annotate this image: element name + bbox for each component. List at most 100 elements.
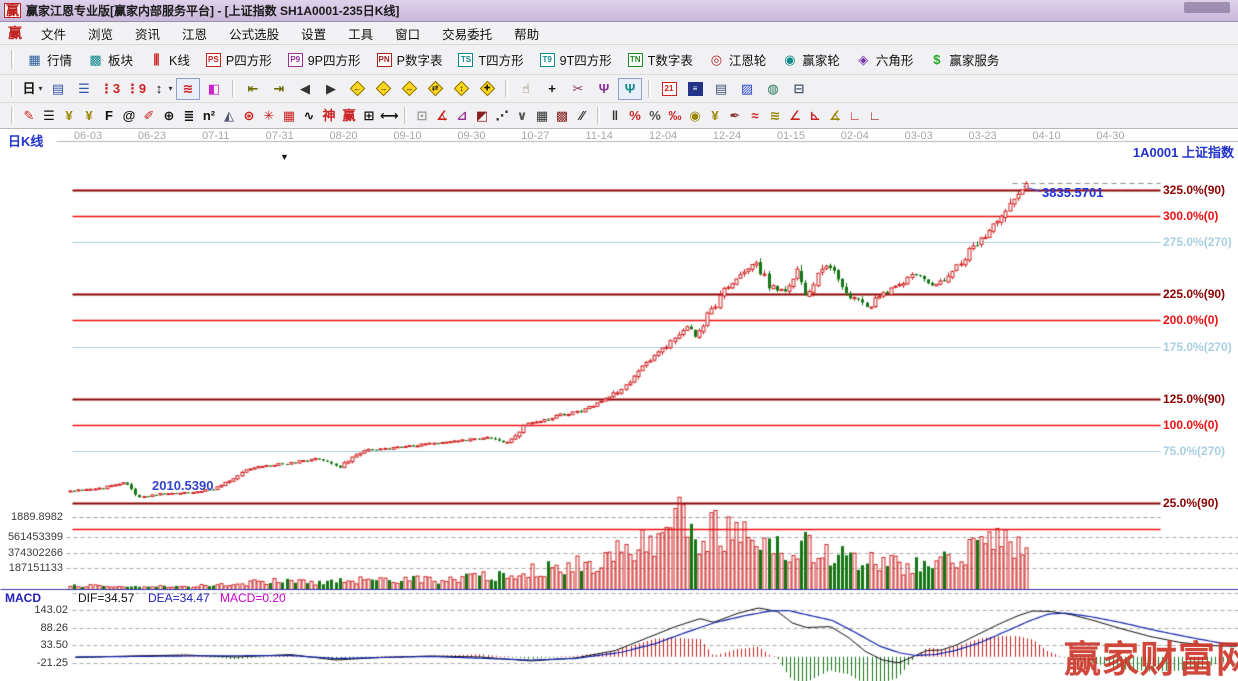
- gold-channel-tool[interactable]: ≋: [766, 106, 784, 126]
- prev-bar-button[interactable]: ◀: [293, 78, 317, 100]
- menu-item-tools[interactable]: 工具: [337, 21, 384, 46]
- menu-item-help[interactable]: 帮助: [503, 21, 550, 46]
- erase-drawing-button[interactable]: ✂: [566, 78, 590, 100]
- angle-f-tool[interactable]: ⊾: [806, 106, 824, 126]
- quotes-button[interactable]: ▦行情: [19, 48, 80, 71]
- menu-item-file[interactable]: 文件: [30, 21, 77, 46]
- kline-button[interactable]: ⫼K线: [141, 48, 198, 71]
- window-controls[interactable]: [1184, 2, 1230, 13]
- n-square-tool[interactable]: n²: [200, 106, 218, 126]
- menu-item-gann[interactable]: 江恩: [171, 21, 218, 46]
- ruler-lines-tool[interactable]: ≣: [180, 106, 198, 126]
- menu-item-window[interactable]: 窗口: [384, 21, 431, 46]
- angle-gold-tool[interactable]: ∡: [826, 106, 844, 126]
- t9-square-button[interactable]: T99T四方形: [532, 48, 620, 71]
- winner-wheel-button[interactable]: ◉赢家轮: [774, 48, 848, 71]
- star-tool[interactable]: ✳: [260, 106, 278, 126]
- gann-wheel-button[interactable]: ◎江恩轮: [701, 48, 775, 71]
- ruler-123-tool[interactable]: ⊞: [360, 106, 378, 126]
- last-bar-button[interactable]: ⇥: [267, 78, 291, 100]
- t-square-button[interactable]: TST四方形: [450, 48, 531, 71]
- tools-purple-button[interactable]: Ψ: [592, 78, 616, 100]
- bars9-button[interactable]: ⋮9: [124, 78, 148, 100]
- golden-ruler-tool-icon: ¥: [62, 109, 77, 122]
- angle-jin-tool[interactable]: ∟: [846, 106, 864, 126]
- web-button[interactable]: ◍: [761, 78, 785, 100]
- compass-tool[interactable]: ⊛: [240, 106, 258, 126]
- chart-window-button[interactable]: ▤: [46, 78, 70, 100]
- p-number-table-button[interactable]: PNP数字表: [369, 48, 451, 71]
- scale-axis-tool[interactable]: ‖: [606, 106, 624, 126]
- save-button[interactable]: ▨: [735, 78, 759, 100]
- t-number-table-button[interactable]: TNT数字表: [620, 48, 701, 71]
- candle-width-button[interactable]: ↕▾: [150, 78, 174, 100]
- bars3-button[interactable]: ⋮3: [98, 78, 122, 100]
- wave-channel-tool[interactable]: ≈: [746, 106, 764, 126]
- gann-grid-tool[interactable]: ▦: [533, 106, 551, 126]
- p-square-button-label: P四方形: [226, 50, 272, 69]
- crosshair-button[interactable]: +: [540, 78, 564, 100]
- menu-item-browse[interactable]: 浏览: [77, 21, 124, 46]
- hand-tool-button[interactable]: ☝: [514, 78, 538, 100]
- gold-lines-tool[interactable]: ¥: [706, 106, 724, 126]
- zoom-out-h-button[interactable]: ↔: [397, 78, 421, 100]
- ink-pen-tool[interactable]: ✒: [726, 106, 744, 126]
- hexagon-button[interactable]: ◈六角形: [848, 48, 922, 71]
- pencil-tool[interactable]: ✎: [20, 106, 38, 126]
- zoom-in-h-button[interactable]: ⇄: [423, 78, 447, 100]
- grid-target-tool[interactable]: ▦: [280, 106, 298, 126]
- p9-square-button[interactable]: P99P四方形: [280, 48, 369, 71]
- protractor-tool[interactable]: ◭: [220, 106, 238, 126]
- zoom-out-v-button[interactable]: ↕: [449, 78, 473, 100]
- pan-right-button[interactable]: →: [371, 78, 395, 100]
- menu-item-trade-entrust[interactable]: 交易委托: [431, 21, 503, 46]
- zigzag-tool[interactable]: ∨: [513, 106, 531, 126]
- next-bar-button[interactable]: ▶: [319, 78, 343, 100]
- p-square-button[interactable]: PSP四方形: [198, 48, 280, 71]
- trend-rays-tool[interactable]: ⋰: [493, 106, 511, 126]
- width-measure-tool[interactable]: ⟷: [380, 106, 398, 126]
- brush-tool[interactable]: ✐: [140, 106, 158, 126]
- cycle-circle-tool[interactable]: ⊕: [160, 106, 178, 126]
- macd-pane-title[interactable]: MACD: [5, 591, 41, 605]
- gann-fan-tool[interactable]: ∡: [433, 106, 451, 126]
- menu-item-settings[interactable]: 设置: [290, 21, 337, 46]
- gann-grid2-tool[interactable]: ▩: [553, 106, 571, 126]
- shen-tool[interactable]: 神: [320, 106, 338, 126]
- wave-marks-tool[interactable]: ∿: [300, 106, 318, 126]
- golden-ruler-tool[interactable]: ¥: [60, 106, 78, 126]
- notes-button[interactable]: ▤: [709, 78, 733, 100]
- angle-j-tool[interactable]: ∠: [786, 106, 804, 126]
- fan-grid-tool[interactable]: ◩: [473, 106, 491, 126]
- calendar-button[interactable]: 21: [657, 78, 681, 100]
- first-bar-button[interactable]: ⇤: [241, 78, 265, 100]
- gold-circle-tool[interactable]: ◉: [686, 106, 704, 126]
- spiral-tool[interactable]: @: [120, 106, 138, 126]
- permille-tool[interactable]: ‰: [666, 106, 684, 126]
- title-bar[interactable]: 赢 赢家江恩专业版[赢家内部服务平台] - [上证指数 SH1A0001-235…: [0, 0, 1238, 22]
- golden-ruler2-tool[interactable]: ¥: [80, 106, 98, 126]
- color-chart-button[interactable]: ◧: [202, 78, 226, 100]
- fan-box-tool[interactable]: ⊿: [453, 106, 471, 126]
- sectors-button[interactable]: ▩板块: [80, 48, 141, 71]
- fibonacci-f-tool[interactable]: F: [100, 106, 118, 126]
- zoom-all-button[interactable]: ✚: [475, 78, 499, 100]
- pan-left-button[interactable]: ←: [345, 78, 369, 100]
- period-day-button[interactable]: 日▾: [20, 78, 44, 100]
- parallel-lines-tool[interactable]: ∕∕: [573, 106, 591, 126]
- calculator-button[interactable]: ≡: [683, 78, 707, 100]
- menu-item-formula-stock-pick[interactable]: 公式选股: [218, 21, 290, 46]
- tools-teal-button[interactable]: Ψ: [618, 78, 642, 100]
- yingjia-tool[interactable]: 赢: [340, 106, 358, 126]
- kline-button-icon: ⫼: [149, 53, 164, 66]
- info-f10-button[interactable]: ☰: [72, 78, 96, 100]
- percent-red-tool[interactable]: %: [626, 106, 644, 126]
- horizontal-grid-tool[interactable]: ☰: [40, 106, 58, 126]
- percent-tool[interactable]: %: [646, 106, 664, 126]
- print-button[interactable]: ⊟: [787, 78, 811, 100]
- wave-mode-button[interactable]: ≋: [176, 78, 200, 100]
- menu-item-news[interactable]: 资讯: [124, 21, 171, 46]
- frame-tool[interactable]: ⊡: [413, 106, 431, 126]
- winner-service-button[interactable]: $赢家服务: [921, 48, 1007, 71]
- angle-ying-tool[interactable]: ∟: [866, 106, 884, 126]
